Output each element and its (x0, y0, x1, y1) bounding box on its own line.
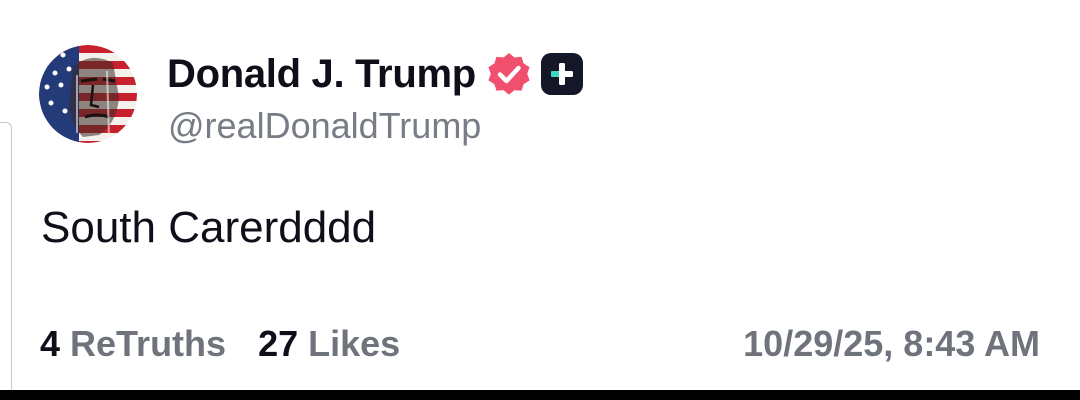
bottom-edge-bar (0, 390, 1080, 400)
author-display-name[interactable]: Donald J. Trump (167, 50, 476, 98)
likes-count: 27 (258, 323, 299, 364)
avatar[interactable] (39, 45, 137, 143)
left-border-line (0, 122, 12, 390)
author-handle[interactable]: @realDonaldTrump (168, 104, 481, 148)
verified-badge-icon (486, 51, 532, 97)
post-stats: 4 ReTruths 27 Likes (40, 320, 432, 368)
plus-badge-icon (540, 52, 584, 96)
likes-stat[interactable]: 27 Likes (258, 320, 400, 368)
author-row: Donald J. Trump (167, 50, 584, 98)
likes-label: Likes (308, 323, 401, 364)
retruths-count: 4 (40, 323, 61, 364)
post-body-text: South Carerdddd (41, 203, 377, 252)
retruths-label: ReTruths (70, 323, 227, 364)
retruths-stat[interactable]: 4 ReTruths (40, 320, 226, 368)
truth-post: Donald J. Trump @realDonaldTrump South C… (0, 0, 1080, 400)
post-timestamp[interactable]: 10/29/25, 8:43 AM (743, 320, 1040, 368)
